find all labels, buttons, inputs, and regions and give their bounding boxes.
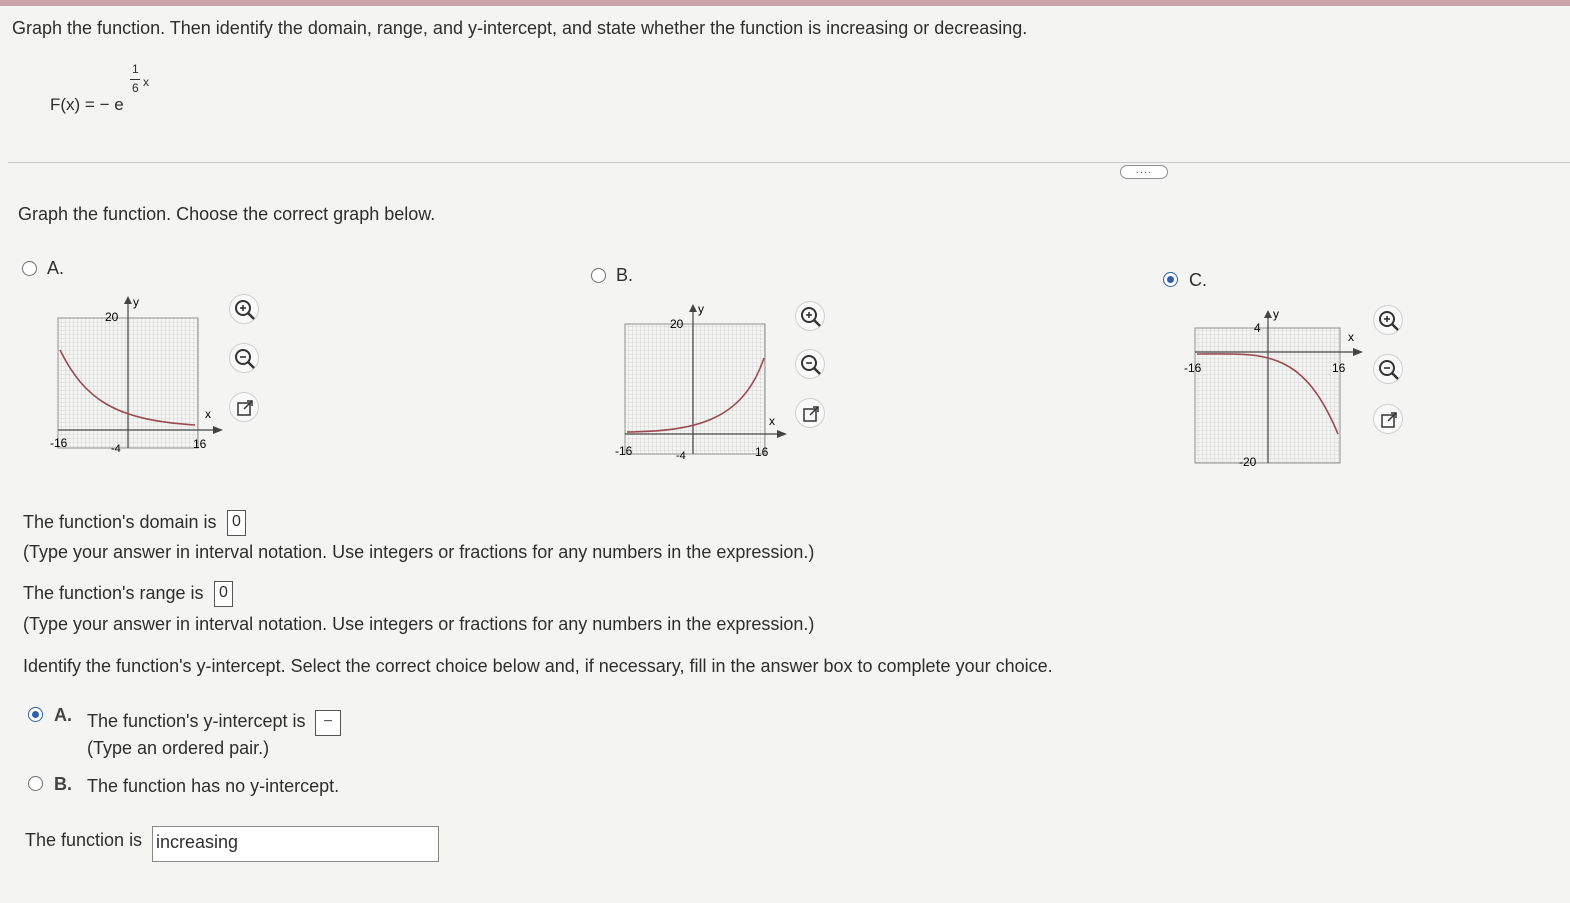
top-accent-bar — [0, 0, 1570, 6]
more-options-button[interactable]: .... — [1120, 165, 1168, 179]
graph-a-x-label: x — [205, 407, 211, 421]
zoom-out-icon — [801, 355, 821, 375]
exponent-denominator: 6 — [132, 81, 139, 95]
external-link-icon — [1381, 412, 1397, 428]
graph-c-x-label: x — [1348, 330, 1354, 344]
graph-c-bottom-tick: -20 — [1239, 455, 1257, 469]
graph-option-b-label[interactable]: B. — [616, 265, 633, 286]
graph-b-top-tick: 20 — [670, 317, 684, 331]
graph-a-zoom-in-button[interactable] — [229, 294, 259, 324]
section-divider — [8, 162, 1570, 163]
graph-c-y-label: y — [1273, 307, 1279, 321]
zoom-in-icon — [801, 307, 821, 327]
graph-c-zoom-in-button[interactable] — [1373, 305, 1403, 335]
yintercept-prompt: Identify the function's y-intercept. Sel… — [23, 656, 1053, 676]
graph-a-svg: y 20 x -16 -4 16 — [50, 295, 223, 455]
graph-c-svg: y 4 x -16 16 -20 — [1184, 307, 1363, 469]
graph-option-c-label[interactable]: C. — [1189, 270, 1207, 291]
question-instruction: Graph the function. Then identify the do… — [12, 18, 1028, 38]
graph-option-a: y 20 x -16 -4 16 — [45, 290, 235, 460]
external-link-icon — [237, 400, 253, 416]
zoom-in-icon — [1379, 311, 1399, 331]
exponent-variable: x — [143, 75, 149, 89]
graph-b-mid-tick: -4 — [676, 450, 686, 462]
graph-b-popout-button[interactable] — [795, 398, 825, 428]
yintercept-choice-a-hint: (Type an ordered pair.) — [87, 738, 270, 758]
zoom-out-icon — [235, 349, 255, 369]
graph-a-mid-tick: -4 — [111, 443, 121, 455]
domain-prefix: The function's domain is — [23, 512, 217, 532]
graph-c-popout-button[interactable] — [1373, 404, 1403, 434]
zoom-out-icon — [1379, 360, 1399, 380]
graph-option-a-label[interactable]: A. — [47, 258, 64, 279]
function-formula: F(x) = − e 1 6 x — [50, 62, 170, 125]
graph-option-b: y 20 x -16 -4 16 — [612, 298, 802, 468]
monotonic-answer-field[interactable]: increasing — [152, 826, 439, 862]
graph-a-right-tick: 16 — [193, 437, 207, 451]
graph-c-zoom-out-button[interactable] — [1373, 354, 1403, 384]
domain-answer-box[interactable]: 0 — [227, 510, 246, 536]
range-answer-box[interactable]: 0 — [214, 581, 233, 607]
range-prompt: The function's range is — [23, 583, 204, 604]
graph-b-left-tick: -16 — [615, 444, 633, 458]
external-link-icon — [803, 406, 819, 422]
graph-option-c: y 4 x -16 16 -20 — [1182, 302, 1372, 472]
exponent-fraction-bar — [130, 79, 140, 80]
exponent-numerator: 1 — [132, 62, 139, 76]
yintercept-choice-a-letter[interactable]: A. — [54, 705, 72, 726]
graph-b-zoom-in-button[interactable] — [795, 301, 825, 331]
graph-a-left-tick: -16 — [50, 436, 68, 450]
graph-b-right-tick: 16 — [755, 445, 769, 459]
graph-b-svg: y 20 x -16 -4 16 — [615, 302, 787, 462]
yintercept-choice-a-text[interactable]: The function's y-intercept is — [87, 711, 306, 732]
graph-b-zoom-out-button[interactable] — [795, 349, 825, 379]
graph-c-top-tick: 4 — [1254, 321, 1261, 335]
monotonic-prefix: The function is — [25, 830, 143, 850]
yintercept-answer-box[interactable]: − — [315, 710, 341, 736]
domain-hint: (Type your answer in interval notation. … — [23, 542, 815, 562]
graph-c-left-tick: -16 — [1184, 361, 1202, 375]
graph-a-zoom-out-button[interactable] — [229, 343, 259, 373]
zoom-in-icon — [235, 300, 255, 320]
yintercept-choice-a-radio[interactable] — [28, 707, 43, 722]
yintercept-choice-b-text[interactable]: The function has no y-intercept. — [87, 776, 339, 797]
yintercept-choice-b-radio[interactable] — [28, 776, 43, 791]
graph-c-right-tick: 16 — [1332, 361, 1346, 375]
graph-b-x-label: x — [769, 414, 775, 428]
graph-option-b-radio[interactable] — [591, 268, 606, 283]
graph-a-y-label: y — [133, 295, 139, 309]
graph-a-popout-button[interactable] — [229, 392, 259, 422]
graph-option-c-radio[interactable] — [1163, 272, 1178, 287]
range-prefix: The function's range is — [23, 583, 204, 603]
graph-b-y-label: y — [698, 302, 704, 316]
graph-prompt: Graph the function. Choose the correct g… — [18, 204, 436, 224]
function-lhs: F(x) = − e — [50, 95, 124, 114]
graph-a-top-tick: 20 — [105, 310, 119, 324]
range-hint: (Type your answer in interval notation. … — [23, 614, 815, 634]
graph-option-a-radio[interactable] — [22, 261, 37, 276]
yintercept-choice-b-letter[interactable]: B. — [54, 774, 72, 795]
domain-prompt: The function's domain is — [23, 512, 217, 533]
